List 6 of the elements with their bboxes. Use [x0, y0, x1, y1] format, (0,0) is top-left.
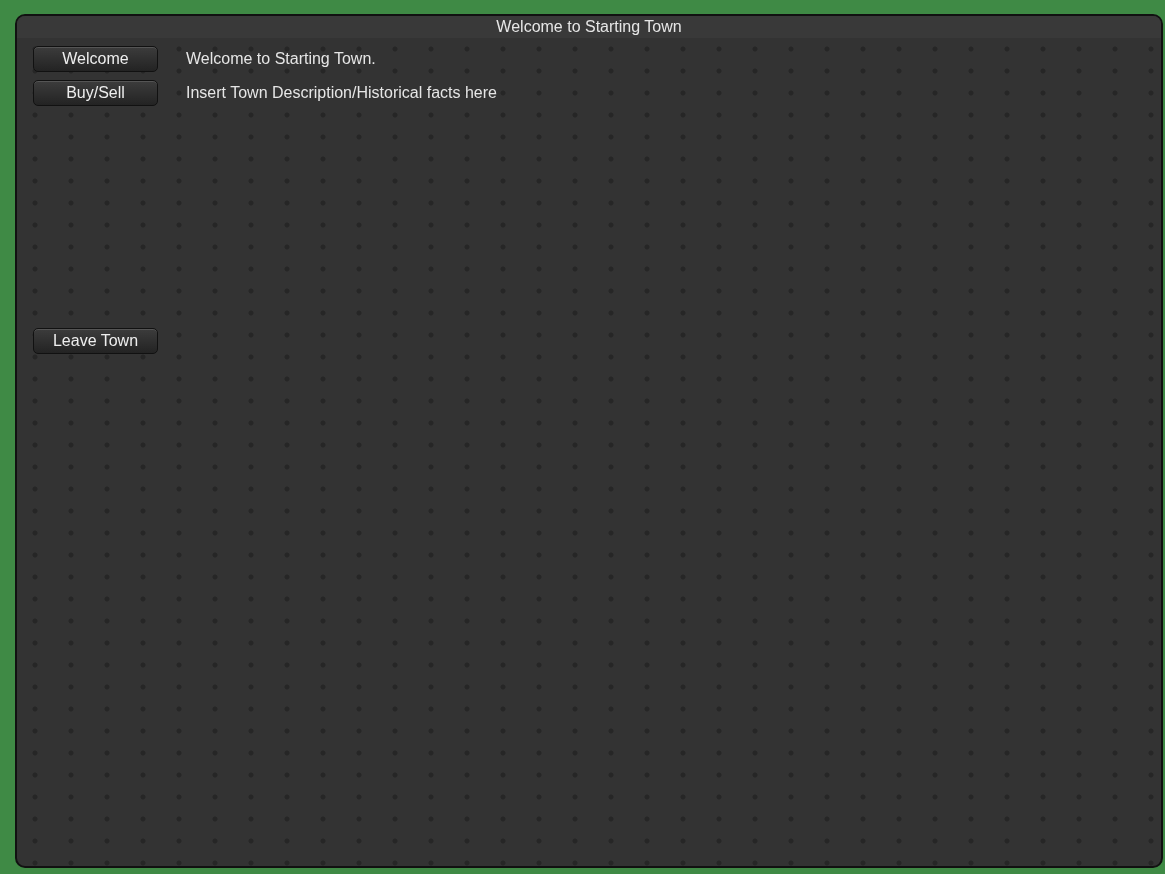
window-title: Welcome to Starting Town	[496, 17, 682, 37]
info-text: Insert Town Description/Historical facts here	[186, 83, 497, 103]
leave-town-button[interactable]: Leave Town	[33, 328, 158, 354]
menu-button[interactable]: Buy/Sell	[33, 80, 158, 106]
info-text: Welcome to Starting Town.	[186, 49, 376, 69]
menu-button[interactable]: Welcome	[33, 46, 158, 72]
